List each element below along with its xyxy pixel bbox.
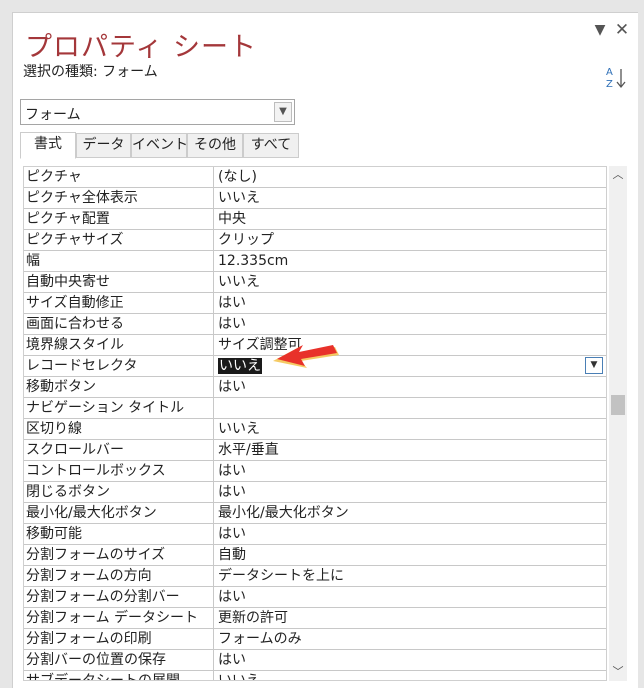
property-row[interactable]: 移動可能 はい [24,524,606,545]
property-row[interactable]: コントロールボックス はい [24,461,606,482]
selected-value-text: いいえ [218,358,262,374]
property-value[interactable]: はい [215,482,606,502]
property-row[interactable]: サイズ自動修正 はい [24,293,606,314]
property-value[interactable]: 最小化/最大化ボタン [215,503,606,523]
property-name: 分割フォームのサイズ [24,545,214,565]
property-row[interactable]: 分割フォーム データシート 更新の許可 [24,608,606,629]
arrow-pointer-icon [273,345,339,368]
property-row[interactable]: ピクチャ配置 中央 [24,209,606,230]
property-row[interactable]: 移動ボタン はい [24,377,606,398]
sort-az-icon[interactable]: A Z [606,65,628,91]
property-name: ピクチャ配置 [24,209,214,229]
property-name: 閉じるボタン [24,482,214,502]
tab-other[interactable]: その他 [187,133,243,158]
property-name: 分割バーの位置の保存 [24,650,214,670]
property-name: 分割フォームの印刷 [24,629,214,649]
property-value[interactable]: いいえ [215,419,606,439]
tab-all[interactable]: すべて [243,133,299,158]
property-value[interactable]: 自動 [215,545,606,565]
property-name: サイズ自動修正 [24,293,214,313]
property-row[interactable]: 幅 12.335cm [24,251,606,272]
property-name: 幅 [24,251,214,271]
pane-title: プロパティ シート [25,32,257,63]
property-name: サブデータシートの展開 [24,671,214,680]
property-row[interactable]: 分割フォームの方向 データシートを上に [24,566,606,587]
property-value[interactable]: クリップ [215,230,606,250]
property-sheet-pane: プロパティ シート ▼ ✕ 選択の種類: フォーム A Z フォーム ▼ 書式 … [12,12,638,688]
property-value[interactable] [215,398,606,418]
property-row[interactable]: ナビゲーション タイトル [24,398,606,419]
property-row[interactable]: ピクチャサイズ クリップ [24,230,606,251]
property-row[interactable]: 区切り線 いいえ [24,419,606,440]
property-name: 分割フォームの方向 [24,566,214,586]
property-row[interactable]: 分割フォームの分割バー はい [24,587,606,608]
property-row[interactable]: ピクチャ (なし) [24,167,606,188]
property-value[interactable]: 12.335cm [215,251,606,271]
property-value[interactable]: はい [215,293,606,313]
property-name: 画面に合わせる [24,314,214,334]
property-row[interactable]: 自動中央寄せ いいえ [24,272,606,293]
property-name: スクロールバー [24,440,214,460]
property-name: 分割フォーム データシート [24,608,214,628]
property-row[interactable]: 画面に合わせる はい [24,314,606,335]
selection-type-label: 選択の種類: フォーム [23,64,158,80]
property-name: 移動可能 [24,524,214,544]
property-name: 境界線スタイル [24,335,214,355]
property-name: 移動ボタン [24,377,214,397]
property-name: ピクチャサイズ [24,230,214,250]
object-selector-value: フォーム [25,107,81,123]
object-selector-combo[interactable]: フォーム ▼ [20,99,295,125]
property-value[interactable]: はい [215,524,606,544]
property-value[interactable]: (なし) [215,167,606,187]
property-value[interactable]: いいえ [215,272,606,292]
property-value[interactable]: 水平/垂直 [215,440,606,460]
property-row[interactable]: 分割バーの位置の保存 はい [24,650,606,671]
property-row[interactable]: 分割フォームの印刷 フォームのみ [24,629,606,650]
property-row[interactable]: 分割フォームのサイズ 自動 [24,545,606,566]
property-name: 最小化/最大化ボタン [24,503,214,523]
property-row[interactable]: サブデータシートの展開 いいえ [24,671,606,680]
property-name: 自動中央寄せ [24,272,214,292]
property-name: コントロールボックス [24,461,214,481]
property-value[interactable]: はい [215,377,606,397]
property-value[interactable]: はい [215,314,606,334]
property-value[interactable]: はい [215,587,606,607]
property-name: 区切り線 [24,419,214,439]
property-value[interactable]: 中央 [215,209,606,229]
property-row[interactable]: スクロールバー 水平/垂直 [24,440,606,461]
svg-text:A: A [606,67,613,78]
scroll-up-icon[interactable]: ︿ [609,166,627,184]
property-value[interactable]: はい [215,650,606,670]
tab-format[interactable]: 書式 [20,132,76,159]
property-name: 分割フォームの分割バー [24,587,214,607]
property-value[interactable]: フォームのみ [215,629,606,649]
tab-event[interactable]: イベント [131,133,188,158]
property-value[interactable]: いいえ [215,188,606,208]
property-value[interactable]: いいえ [215,671,606,680]
scroll-down-icon[interactable]: ﹀ [609,663,627,681]
scrollbar-thumb[interactable] [611,395,625,415]
property-row[interactable]: 閉じるボタン はい [24,482,606,503]
property-name: ピクチャ [24,167,214,187]
svg-text:Z: Z [606,79,613,90]
property-name: ナビゲーション タイトル [24,398,214,418]
chevron-down-icon[interactable]: ▼ [585,357,603,374]
close-icon[interactable]: ✕ [613,21,631,39]
property-value[interactable]: データシートを上に [215,566,606,586]
triangle-down-icon[interactable]: ▼ [591,21,609,39]
property-value[interactable]: 更新の許可 [215,608,606,628]
property-name: ピクチャ全体表示 [24,188,214,208]
chevron-down-icon[interactable]: ▼ [274,102,292,122]
property-grid: ピクチャ (なし) ピクチャ全体表示 いいえ ピクチャ配置 中央 ピクチャサイズ クリップ幅 1… [23,166,607,681]
property-value[interactable]: はい [215,461,606,481]
vertical-scrollbar[interactable]: ︿ ﹀ [609,166,627,681]
tab-data[interactable]: データ [76,133,131,158]
property-row[interactable]: ピクチャ全体表示 いいえ [24,188,606,209]
property-row[interactable]: 最小化/最大化ボタン 最小化/最大化ボタン [24,503,606,524]
property-name: レコードセレクタ [24,356,214,376]
